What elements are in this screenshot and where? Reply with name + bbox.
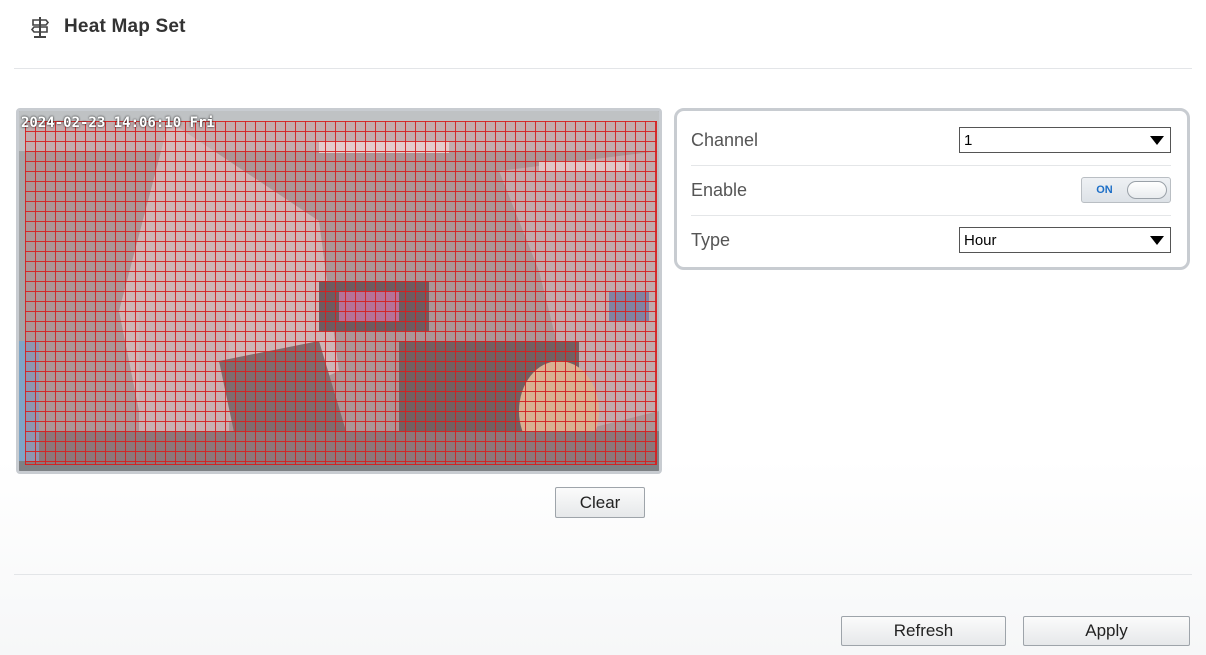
dropdown-arrow-icon	[1150, 135, 1164, 145]
channel-select[interactable]: 1	[959, 127, 1171, 153]
channel-label: Channel	[691, 129, 759, 150]
osd-timestamp: 2024-02-23 14:06:10 Fri	[21, 115, 215, 131]
page-header: Heat Map Set	[30, 12, 186, 42]
enable-toggle[interactable]: ON	[1081, 177, 1171, 203]
settings-panel: Channel 1 Enable ON Type Hour	[674, 108, 1190, 270]
signpost-icon	[30, 17, 50, 38]
video-preview[interactable]: 2024-02-23 14:06:10 Fri	[16, 108, 662, 474]
footer-divider	[14, 574, 1192, 575]
heatmap-region-grid[interactable]	[25, 121, 657, 465]
type-row: Type Hour	[691, 215, 1171, 265]
refresh-button[interactable]: Refresh	[841, 616, 1006, 646]
enable-label: Enable	[691, 179, 748, 200]
apply-button[interactable]: Apply	[1023, 616, 1190, 646]
type-value: Hour	[964, 231, 997, 249]
clear-button[interactable]: Clear	[555, 487, 645, 518]
channel-row: Channel 1	[691, 115, 1171, 166]
toggle-knob	[1127, 181, 1167, 199]
page-title: Heat Map Set	[64, 16, 186, 37]
type-label: Type	[691, 229, 731, 250]
dropdown-arrow-icon	[1150, 235, 1164, 245]
header-divider	[14, 68, 1192, 69]
type-select[interactable]: Hour	[959, 227, 1171, 253]
enable-row: Enable ON	[691, 165, 1171, 216]
channel-value: 1	[964, 131, 973, 149]
toggle-state-label: ON	[1096, 184, 1113, 196]
